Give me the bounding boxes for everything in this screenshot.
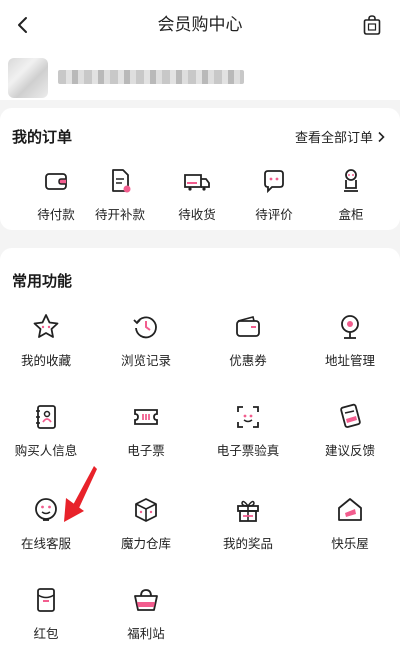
page-title: 会员购中心 bbox=[157, 15, 243, 34]
invoice-icon bbox=[112, 169, 131, 193]
order-item-pending-review[interactable]: 待评价 bbox=[234, 166, 314, 223]
orders-card: 我的订单 查看全部订单 待付款 待开补款 待收货 待评价 盒柜 bbox=[0, 108, 400, 230]
function-favorites[interactable]: 我的收藏 bbox=[6, 312, 86, 369]
order-item-label: 待收货 bbox=[178, 208, 216, 222]
function-magic-warehouse[interactable]: 魔力仓库 bbox=[106, 495, 186, 552]
comment-icon bbox=[264, 170, 284, 194]
function-label: 地址管理 bbox=[324, 354, 375, 368]
contact-book-icon bbox=[36, 405, 56, 429]
figure-cabinet-icon bbox=[344, 169, 358, 192]
function-label: 优惠券 bbox=[229, 354, 267, 368]
function-label: 建议反馈 bbox=[324, 444, 375, 458]
basket-icon bbox=[134, 589, 158, 611]
avatar[interactable] bbox=[8, 58, 48, 98]
function-my-prizes[interactable]: 我的奖品 bbox=[208, 495, 288, 552]
function-label: 魔力仓库 bbox=[120, 537, 171, 551]
chevron-left-icon bbox=[18, 17, 27, 33]
function-history[interactable]: 浏览记录 bbox=[106, 312, 186, 369]
function-label: 电子票 bbox=[127, 444, 165, 458]
chevron-right-icon bbox=[378, 131, 385, 142]
function-feedback[interactable]: 建议反馈 bbox=[310, 402, 390, 459]
function-red-envelope[interactable]: 红包 bbox=[6, 585, 86, 642]
truck-icon bbox=[184, 174, 210, 191]
coupon-wallet-icon bbox=[236, 316, 260, 337]
function-eticket[interactable]: 电子票 bbox=[106, 402, 186, 459]
shopping-bag-icon bbox=[363, 15, 381, 35]
function-label: 浏览记录 bbox=[120, 354, 171, 368]
function-label: 福利站 bbox=[127, 627, 165, 641]
star-icon bbox=[33, 314, 59, 338]
function-label: 电子票验真 bbox=[216, 444, 280, 458]
order-item-label: 待评价 bbox=[255, 208, 293, 222]
function-label: 我的奖品 bbox=[222, 537, 273, 551]
wallet-icon bbox=[45, 173, 67, 190]
house-icon bbox=[338, 498, 362, 521]
view-all-orders-link[interactable]: 查看全部订单 bbox=[295, 127, 386, 146]
username-blurred bbox=[58, 70, 244, 84]
function-coupons[interactable]: 优惠券 bbox=[208, 312, 288, 369]
function-address[interactable]: 地址管理 bbox=[310, 312, 390, 369]
view-all-orders-label: 查看全部订单 bbox=[294, 130, 373, 145]
order-item-pending-supplement[interactable]: 待开补款 bbox=[80, 166, 160, 223]
top-bar: 会员购中心 bbox=[0, 0, 400, 50]
feedback-icon bbox=[340, 403, 361, 428]
function-eticket-verify[interactable]: 电子票验真 bbox=[208, 402, 288, 459]
scan-verify-icon bbox=[237, 406, 259, 428]
profile-row[interactable] bbox=[0, 50, 400, 100]
order-item-label: 待开补款 bbox=[94, 208, 145, 222]
shop-button[interactable] bbox=[358, 11, 386, 39]
location-pin-icon bbox=[341, 315, 359, 339]
red-envelope-icon bbox=[37, 588, 55, 612]
function-buyer-info[interactable]: 购买人信息 bbox=[6, 402, 86, 459]
gift-icon bbox=[237, 500, 259, 522]
history-icon bbox=[133, 316, 157, 339]
order-item-cabinet[interactable]: 盒柜 bbox=[311, 166, 391, 223]
function-happy-house[interactable]: 快乐屋 bbox=[310, 495, 390, 552]
functions-title: 常用功能 bbox=[12, 273, 73, 290]
functions-card: 常用功能 我的收藏 浏览记录 优惠券 地址管理 购买人信息 电子票 电子票验真 … bbox=[0, 248, 400, 665]
function-welfare-station[interactable]: 福利站 bbox=[106, 585, 186, 642]
function-label: 红包 bbox=[33, 627, 59, 641]
ticket-icon bbox=[134, 409, 158, 425]
function-label: 快乐屋 bbox=[331, 537, 369, 551]
box-icon bbox=[135, 498, 157, 522]
function-customer-service[interactable]: 在线客服 bbox=[6, 495, 86, 552]
order-item-label: 盒柜 bbox=[338, 208, 364, 222]
function-label: 我的收藏 bbox=[20, 354, 71, 368]
function-label: 在线客服 bbox=[20, 537, 71, 551]
customer-service-icon bbox=[35, 498, 57, 521]
order-item-pending-receipt[interactable]: 待收货 bbox=[157, 166, 237, 223]
back-button[interactable] bbox=[8, 10, 38, 40]
function-label: 购买人信息 bbox=[14, 444, 78, 458]
orders-title: 我的订单 bbox=[12, 129, 73, 146]
